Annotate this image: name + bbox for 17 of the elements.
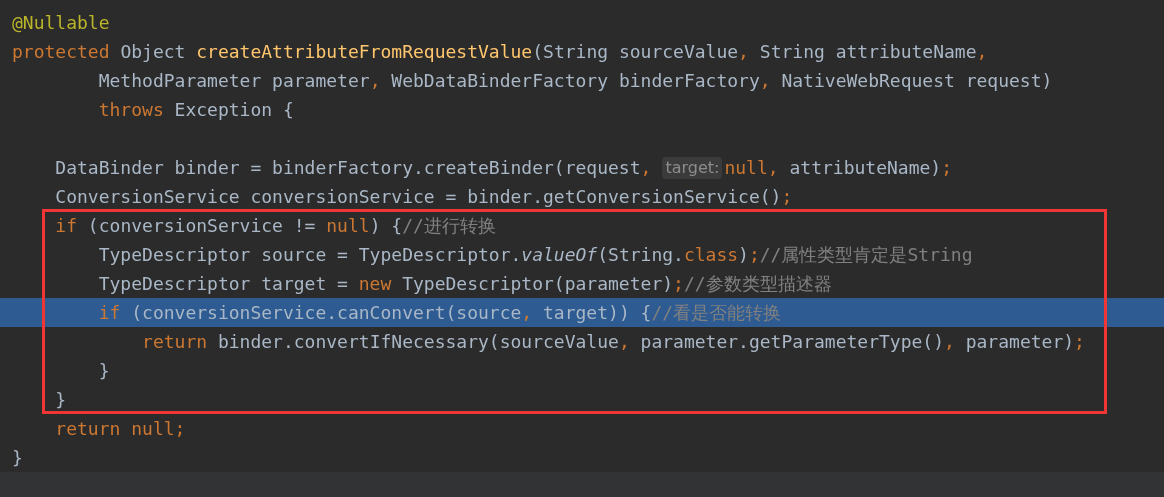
code-text: @Nullable [12, 12, 110, 33]
code-text: TypeDescriptor source = TypeDescriptor.valueOf(String.class);//属性类型肯定是String [97, 244, 973, 265]
code-text: } [97, 360, 110, 381]
code-text: null, attributeName); [724, 157, 953, 178]
code-text: TypeDescriptor target = new TypeDescriptor(parameter);//参数类型描述器 [97, 273, 832, 294]
code-text: if (conversionService.canConvert(source, target)) {//看是否能转换 [97, 302, 782, 323]
code-text: MethodParameter parameter, WebDataBinderFactory binderFactory, NativeWebRequest request) [97, 70, 1053, 91]
code-text: DataBinder binder = binderFactory.createBinder(request, [54, 157, 652, 178]
code-text: protected Object createAttributeFromRequestValue(String sourceValue, String attributeName, [12, 41, 988, 62]
code-text: return binder.convertIfNecessary(sourceValue, parameter.getParameterType(), parameter); [141, 331, 1085, 352]
code-text: ConversionService conversionService = binder.getConversionService(); [54, 186, 793, 207]
parameter-hint: target: [662, 157, 723, 179]
code-text: return null; [54, 418, 186, 439]
code-text: if (conversionService != null) {//进行转换 [54, 215, 496, 236]
code-text: } [54, 389, 67, 410]
code-text: throws Exception { [97, 99, 294, 120]
code-text: } [12, 447, 23, 468]
